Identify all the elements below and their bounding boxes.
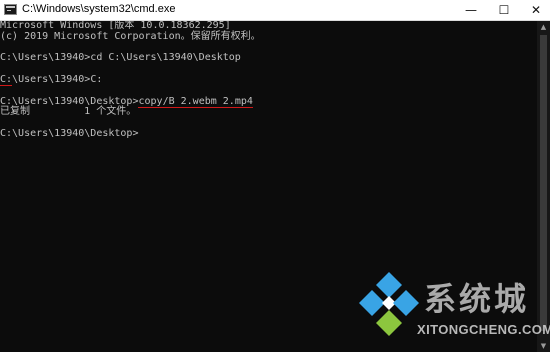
cmd-app-icon[interactable] bbox=[4, 4, 17, 15]
prompt-text: C:\Users\13940\Desktop> bbox=[0, 95, 139, 107]
console-line: C:\Users\13940\Desktop> bbox=[0, 127, 139, 139]
title-bar[interactable]: C:\Windows\system32\cmd.exe — ☐ ✕ bbox=[0, 0, 550, 21]
scroll-up-arrow-icon[interactable]: ▲ bbox=[537, 21, 550, 33]
logo-diamond bbox=[393, 290, 419, 316]
scrollbar-thumb[interactable] bbox=[540, 35, 547, 331]
trailing-text: \Users\13940>C: bbox=[12, 73, 103, 85]
window-title: C:\Windows\system32\cmd.exe bbox=[22, 3, 176, 15]
console-line: C:\Users\13940>C: bbox=[0, 73, 537, 86]
console-line: C:\Users\13940>cd C:\Users\13940\Desktop bbox=[0, 52, 241, 64]
console-line: (c) 2019 Microsoft Corporation。保留所有权利。 bbox=[0, 30, 261, 42]
watermark-cn-text: 系统城 bbox=[424, 280, 530, 318]
logo-diamond bbox=[376, 310, 402, 336]
maximize-button[interactable]: ☐ bbox=[490, 0, 518, 20]
watermark-logo-icon bbox=[359, 272, 419, 336]
watermark: 系统城 XITONGCHENG.COM bbox=[358, 270, 550, 346]
scroll-down-arrow-icon[interactable]: ▼ bbox=[537, 340, 550, 352]
underlined-command: C: bbox=[0, 73, 13, 86]
watermark-en-text: XITONGCHENG.COM bbox=[417, 322, 550, 337]
console-line: 已复制 1 个文件。 bbox=[0, 106, 137, 118]
minimize-button[interactable]: — bbox=[457, 0, 485, 20]
vertical-scrollbar[interactable]: ▲ ▼ bbox=[537, 21, 550, 352]
logo-diamond bbox=[376, 272, 402, 298]
underlined-command: copy/B 2.webm 2.mp4 bbox=[138, 95, 253, 108]
close-button[interactable]: ✕ bbox=[522, 0, 550, 20]
logo-diamond bbox=[359, 290, 385, 316]
